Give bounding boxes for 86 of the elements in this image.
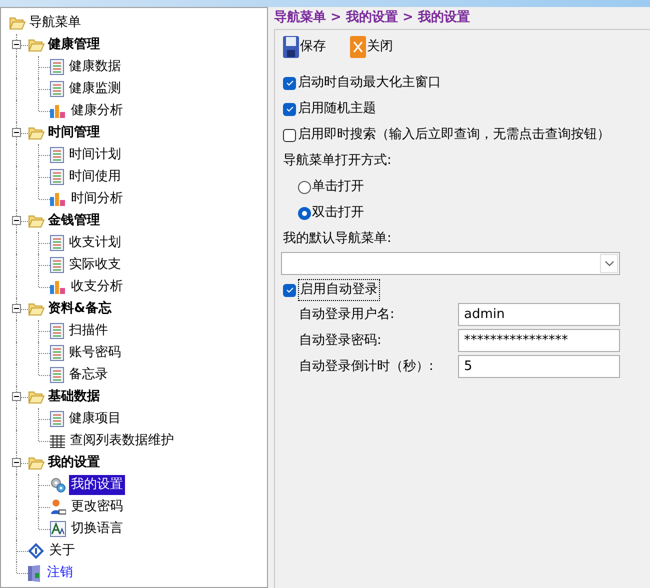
chevron-down-icon [604, 261, 614, 266]
door-icon [28, 564, 42, 582]
checkbox[interactable] [283, 284, 296, 296]
folder-icon [28, 302, 45, 316]
folder-icon [28, 214, 45, 228]
tree-item[interactable]: 备忘录 [67, 365, 110, 385]
text-field[interactable]: admin [458, 303, 620, 326]
tree-item[interactable]: 健康监测 [67, 79, 123, 99]
checkbox-label: 启用即时搜索（输入后立即查询，无需点击查询按钮） [298, 126, 610, 144]
text-field[interactable]: **************** [458, 329, 620, 352]
radio-label: 单击打开 [312, 178, 364, 196]
tree-item[interactable]: 实际收支 [67, 255, 123, 275]
tree-item[interactable]: 我的设置 [69, 475, 125, 495]
document-icon [50, 411, 64, 427]
tree-item[interactable]: 健康项目 [67, 409, 123, 429]
dropdown-field[interactable] [281, 252, 620, 275]
bar-chart-icon [50, 280, 66, 294]
tree-item[interactable]: 账号密码 [67, 343, 123, 363]
font-icon [50, 521, 66, 537]
check-icon [286, 80, 294, 86]
tree-item[interactable]: 健康分析 [69, 101, 125, 121]
folder-icon [28, 456, 45, 470]
tree-item[interactable]: 查阅列表数据维护 [68, 431, 176, 451]
radio-button[interactable] [298, 206, 311, 220]
close-icon [350, 36, 366, 58]
tree-item[interactable]: 健康数据 [67, 57, 123, 77]
folder-icon [28, 390, 45, 404]
tree-item[interactable]: 关于 [47, 541, 77, 561]
expander-button[interactable] [12, 458, 21, 467]
tree-item[interactable]: 注销 [45, 563, 75, 583]
table-icon [50, 434, 65, 448]
tree-item[interactable]: 更改密码 [69, 497, 125, 517]
checkbox[interactable] [283, 102, 296, 116]
tree-item[interactable]: 切换语言 [69, 519, 125, 539]
expander-button[interactable] [12, 304, 21, 313]
save-button[interactable]: 保存 [283, 36, 326, 58]
check-icon [286, 287, 294, 293]
checkbox[interactable] [283, 128, 296, 142]
tree-item[interactable]: 时间使用 [67, 167, 123, 187]
expander-button[interactable] [12, 216, 21, 225]
close-button[interactable]: 关闭 [350, 36, 393, 58]
radio-label: 双击打开 [312, 204, 364, 222]
expander-button[interactable] [12, 128, 21, 137]
document-icon [50, 367, 64, 383]
checkbox-label: 启用随机主题 [298, 100, 376, 118]
folder-icon [28, 126, 45, 140]
radio-button[interactable] [298, 180, 311, 194]
check-icon [286, 106, 294, 112]
field-label: 自动登录密码: [299, 332, 382, 350]
info-icon [28, 543, 44, 559]
document-icon [50, 81, 64, 97]
tree-item[interactable]: 时间计划 [67, 145, 123, 165]
document-icon [50, 345, 64, 361]
document-icon [50, 59, 64, 75]
breadcrumb: 导航菜单 > 我的设置 > 我的设置 [274, 8, 471, 27]
tree-item[interactable]: 扫描件 [67, 321, 110, 341]
field-label: 导航菜单打开方式: [283, 152, 392, 170]
folder-icon [9, 16, 26, 30]
user-icon [50, 499, 66, 515]
bar-chart-icon [50, 104, 66, 118]
document-icon [50, 257, 64, 273]
folder-icon [28, 38, 45, 52]
field-label: 自动登录倒计时（秒）: [299, 358, 434, 376]
tree-root[interactable]: 导航菜单 [29, 13, 81, 33]
tree-group[interactable]: 金钱管理 [48, 211, 100, 231]
tree-group[interactable]: 我的设置 [48, 453, 100, 473]
field-label: 我的默认导航菜单: [283, 230, 392, 248]
checkbox-label: 启动时自动最大化主窗口 [298, 74, 441, 92]
expander-button[interactable] [12, 392, 21, 401]
tree-group[interactable]: 资料&备忘 [48, 299, 112, 319]
tree-item[interactable]: 收支分析 [69, 277, 125, 297]
field-label: 自动登录用户名: [299, 306, 396, 324]
bar-chart-icon [50, 192, 66, 206]
tree-group[interactable]: 健康管理 [48, 35, 100, 55]
expander-button[interactable] [12, 40, 21, 49]
tree-group[interactable]: 基础数据 [48, 387, 100, 407]
checkbox[interactable] [283, 76, 296, 90]
document-icon [50, 323, 64, 339]
tree-item[interactable]: 时间分析 [69, 189, 125, 209]
document-icon [50, 235, 64, 251]
tree-item[interactable]: 收支计划 [67, 233, 123, 253]
document-icon [50, 169, 64, 185]
tree-group[interactable]: 时间管理 [48, 123, 100, 143]
checkbox-label: 启用自动登录 [298, 279, 380, 301]
text-field[interactable]: 5 [458, 355, 620, 378]
document-icon [50, 147, 64, 163]
